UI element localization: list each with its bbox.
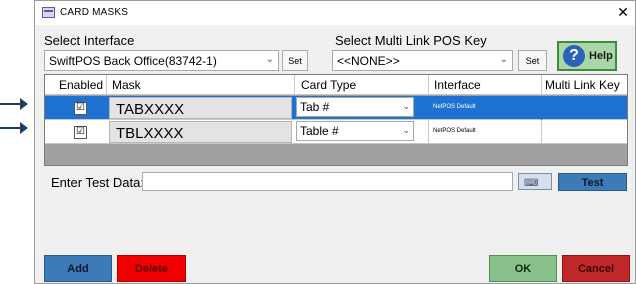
test-data-input[interactable] bbox=[142, 172, 513, 191]
help-label: Help bbox=[589, 50, 613, 62]
enabled-checkbox[interactable]: ☑ bbox=[74, 102, 87, 115]
enabled-checkbox[interactable]: ☑ bbox=[74, 126, 87, 139]
grid-header: Enabled Mask Card Type Interface Multi L… bbox=[45, 75, 627, 95]
help-button[interactable]: ? Help bbox=[557, 41, 617, 71]
test-data-label: Enter Test Data: bbox=[51, 175, 144, 190]
select-interface-value: SwiftPOS Back Office(83742-1) bbox=[49, 54, 217, 68]
cancel-button[interactable]: Cancel bbox=[562, 255, 630, 282]
set-multilink-button[interactable]: Set bbox=[518, 50, 547, 71]
mask-field[interactable]: TABXXXX bbox=[109, 97, 292, 119]
card-type-dropdown[interactable]: Tab # ⌄ bbox=[296, 97, 414, 117]
card-type-value: Table # bbox=[300, 124, 339, 138]
card-masks-grid: Enabled Mask Card Type Interface Multi L… bbox=[44, 74, 628, 166]
delete-button[interactable]: Delete bbox=[117, 255, 186, 282]
interface-cell: NetPOS Default bbox=[433, 104, 476, 110]
set-interface-button[interactable]: Set bbox=[282, 50, 308, 71]
title-bar: CARD MASKS ✕ bbox=[35, 1, 635, 25]
chevron-down-icon: ⌄ bbox=[402, 125, 410, 135]
table-row[interactable]: ☑ TABXXXX Tab # ⌄ NetPOS Default bbox=[45, 96, 627, 120]
close-icon[interactable]: ✕ bbox=[615, 4, 631, 20]
chevron-down-icon: ⌄ bbox=[499, 54, 508, 65]
test-button[interactable]: Test bbox=[558, 173, 627, 191]
card-type-value: Tab # bbox=[300, 100, 330, 114]
keyboard-icon: ⌨ bbox=[524, 178, 539, 189]
chevron-down-icon: ⌄ bbox=[265, 54, 274, 65]
column-header-enabled: Enabled bbox=[59, 78, 104, 92]
column-header-card-type: Card Type bbox=[301, 78, 357, 92]
table-row[interactable]: ☑ TBLXXXX Table # ⌄ NetPOS Default bbox=[45, 120, 627, 144]
annotation-arrow-row-2 bbox=[0, 122, 28, 134]
add-button[interactable]: Add bbox=[44, 255, 112, 282]
help-icon: ? bbox=[563, 45, 585, 67]
card-masks-window: CARD MASKS ✕ Select Interface SwiftPOS B… bbox=[34, 0, 636, 284]
column-header-mask: Mask bbox=[112, 78, 141, 92]
select-interface-label: Select Interface bbox=[44, 33, 135, 48]
interface-cell: NetPOS Default bbox=[433, 128, 476, 134]
keyboard-button[interactable]: ⌨ bbox=[518, 173, 552, 190]
select-interface-dropdown[interactable]: SwiftPOS Back Office(83742-1) ⌄ bbox=[44, 50, 279, 71]
column-header-multi-link-key: Multi Link Key bbox=[545, 78, 620, 92]
select-multilink-value: <<NONE>> bbox=[337, 54, 400, 68]
ok-button[interactable]: OK bbox=[489, 255, 557, 282]
column-header-interface: Interface bbox=[434, 78, 481, 92]
chevron-down-icon: ⌄ bbox=[402, 101, 410, 111]
select-multilink-label: Select Multi Link POS Key bbox=[335, 33, 487, 48]
mask-field[interactable]: TBLXXXX bbox=[109, 121, 292, 143]
card-type-dropdown[interactable]: Table # ⌄ bbox=[296, 121, 414, 141]
select-multilink-dropdown[interactable]: <<NONE>> ⌄ bbox=[332, 50, 513, 71]
window-title: CARD MASKS bbox=[60, 7, 129, 18]
app-window-icon bbox=[42, 7, 55, 18]
annotation-arrow-row-1 bbox=[0, 98, 28, 110]
